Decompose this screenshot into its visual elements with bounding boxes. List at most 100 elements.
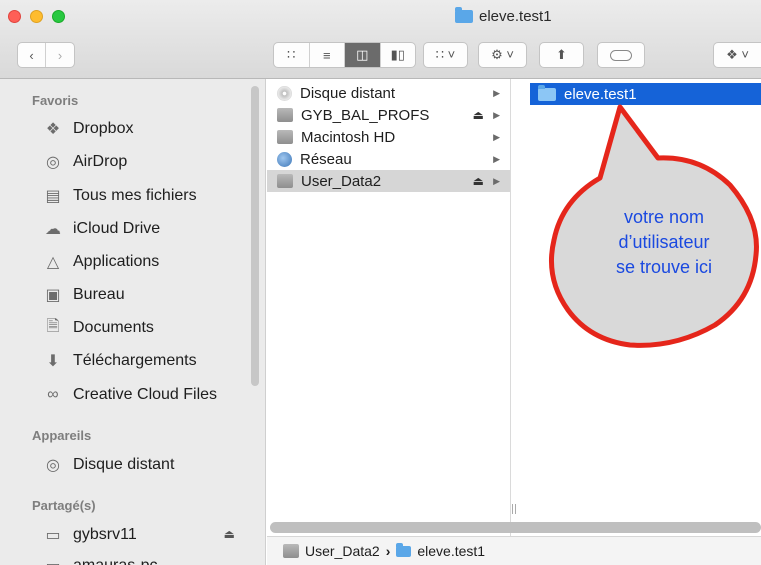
folder-icon <box>455 7 473 23</box>
list-view-button[interactable]: ≡ <box>310 43 345 67</box>
column-resize-handle[interactable] <box>512 504 516 514</box>
column-item-reseau[interactable]: Réseau ▶ <box>267 148 510 170</box>
share-button[interactable]: ⬆ <box>539 42 584 68</box>
network-icon <box>277 151 292 167</box>
sidebar-item-label: Tous mes fichiers <box>73 187 197 204</box>
cover-flow-icon: ▮▯ <box>390 47 405 62</box>
column-item-eleve-test1[interactable]: eleve.test1 <box>530 83 761 105</box>
column-item-label: GYB_BAL_PROFS <box>301 106 430 124</box>
column-view-button[interactable]: ◫ <box>345 43 381 67</box>
icon-view-button[interactable]: ∷ <box>274 43 310 67</box>
column-item-label: eleve.test1 <box>564 85 637 103</box>
eject-icon[interactable]: ⏏ <box>473 108 484 122</box>
path-item[interactable]: User_Data2 <box>305 543 380 559</box>
drive-icon <box>277 130 293 144</box>
sidebar-item-downloads[interactable]: ⬇ Téléchargements <box>43 350 197 372</box>
horizontal-scrollbar[interactable] <box>270 522 761 533</box>
column-item-disque-distant[interactable]: Disque distant ▶ <box>267 82 510 104</box>
chevron-right-icon: › <box>57 47 63 63</box>
all-files-icon: ▤ <box>45 188 61 205</box>
grid-icon: ∷ <box>287 47 296 62</box>
folder-icon <box>396 542 412 557</box>
window-title-label: eleve.test1 <box>479 8 552 25</box>
sidebar-item-airdrop[interactable]: ◎ AirDrop <box>43 151 127 173</box>
column-item-label: User_Data2 <box>301 172 382 190</box>
sidebar-item-amauras-pc[interactable]: ▭ amauras-pc <box>43 555 157 565</box>
sidebar-item-label: amauras-pc <box>73 557 157 565</box>
close-window-button[interactable] <box>8 10 21 23</box>
forward-button[interactable]: › <box>46 43 74 67</box>
eject-icon[interactable]: ⏏ <box>473 174 484 188</box>
arrange-button[interactable]: ∷ ˅ <box>423 42 468 68</box>
disc-icon: ◎ <box>46 457 60 474</box>
cover-flow-button[interactable]: ▮▯ <box>381 43 416 67</box>
gear-icon: ⚙ ˅ <box>491 47 514 62</box>
callout-line: se trouve ici <box>615 257 713 277</box>
sidebar-item-disque-distant[interactable]: ◎ Disque distant <box>43 454 174 476</box>
display-icon: ▭ <box>45 527 61 544</box>
column-item-label: Réseau <box>300 150 352 168</box>
back-button[interactable]: ‹ <box>18 43 46 67</box>
sidebar-item-documents[interactable]: 🗎 Documents <box>43 317 154 339</box>
minimize-window-button[interactable] <box>30 10 43 23</box>
folder-icon <box>538 84 556 101</box>
column-item-macintosh-hd[interactable]: Macintosh HD ▶ <box>267 126 510 148</box>
share-icon: ⬆ <box>556 47 567 62</box>
sidebar-item-label: Téléchargements <box>73 352 197 369</box>
sidebar-item-label: AirDrop <box>73 153 128 170</box>
zoom-window-button[interactable] <box>52 10 65 23</box>
sidebar-section-appareils: Appareils <box>32 428 92 443</box>
sidebar: Favoris ❖ Dropbox ◎ AirDrop ▤ Tous mes f… <box>0 79 266 565</box>
list-icon: ≡ <box>322 47 331 63</box>
sidebar-section-favoris: Favoris <box>32 93 79 108</box>
callout-text: votre nom d’utilisateur se trouve ici <box>584 205 744 280</box>
chevron-right-icon: ▶ <box>493 131 500 142</box>
window-toolbar: eleve.test1 ‹ › ∷ ≡ ◫ ▮▯ ∷ ˅ ⚙ ˅ ⬆ ❖ ˅ <box>0 0 761 79</box>
window-controls <box>8 10 65 23</box>
window-title: eleve.test1 <box>455 7 552 25</box>
sidebar-item-label: Bureau <box>73 286 125 303</box>
drive-icon <box>277 108 293 122</box>
chevron-right-icon: ▶ <box>493 87 500 98</box>
tag-button[interactable] <box>597 42 645 68</box>
sidebar-item-applications[interactable]: △ Applications <box>43 251 159 273</box>
action-button[interactable]: ⚙ ˅ <box>478 42 527 68</box>
dropbox-icon: ❖ ˅ <box>726 47 749 62</box>
sidebar-scrollbar[interactable] <box>251 86 259 386</box>
column-item-label: Macintosh HD <box>301 128 396 146</box>
chevron-right-icon: ▶ <box>493 109 500 120</box>
disc-icon <box>277 85 292 101</box>
sidebar-item-label: Creative Cloud Files <box>73 386 218 403</box>
downloads-icon: ⬇ <box>46 353 60 370</box>
sidebar-item-label: Dropbox <box>73 120 134 137</box>
tag-icon <box>610 49 632 61</box>
browser-column-2: eleve.test1 <box>528 79 761 536</box>
callout-line: d’utilisateur <box>618 232 710 252</box>
sidebar-item-all-files[interactable]: ▤ Tous mes fichiers <box>43 185 197 207</box>
sidebar-section-partages: Partagé(s) <box>32 498 96 513</box>
display-icon: ▭ <box>43 557 63 565</box>
airdrop-icon: ◎ <box>46 154 60 171</box>
sidebar-item-dropbox[interactable]: ❖ Dropbox <box>43 118 134 140</box>
dropbox-toolbar-button[interactable]: ❖ ˅ <box>713 42 761 68</box>
path-item[interactable]: eleve.test1 <box>417 543 485 559</box>
sidebar-item-label: gybsrv11 <box>73 526 137 543</box>
drive-icon <box>283 544 299 558</box>
cloud-icon: ☁ <box>45 221 61 238</box>
nav-buttons: ‹ › <box>17 42 75 68</box>
path-separator: › <box>385 543 391 559</box>
sidebar-item-label: Disque distant <box>73 456 175 473</box>
eject-icon[interactable]: ⏏ <box>224 527 235 541</box>
column-item-user-data2[interactable]: User_Data2 ⏏ ▶ <box>267 170 510 192</box>
sidebar-item-creative-cloud[interactable]: ∞ Creative Cloud Files <box>43 384 217 406</box>
browser-column-1: Disque distant ▶ GYB_BAL_PROFS ⏏ ▶ Macin… <box>267 79 516 536</box>
path-bar: User_Data2 › eleve.test1 <box>267 536 761 565</box>
sidebar-item-icloud[interactable]: ☁ iCloud Drive <box>43 218 160 240</box>
view-mode-buttons: ∷ ≡ ◫ ▮▯ <box>273 42 416 68</box>
desktop-icon: ▣ <box>45 287 61 304</box>
column-item-gyb-bal-profs[interactable]: GYB_BAL_PROFS ⏏ ▶ <box>267 104 510 126</box>
sidebar-item-gybsrv11[interactable]: ▭ gybsrv11 <box>43 524 248 546</box>
sidebar-item-bureau[interactable]: ▣ Bureau <box>43 284 125 306</box>
chevron-right-icon: ▶ <box>493 153 500 164</box>
applications-icon: △ <box>46 254 60 271</box>
